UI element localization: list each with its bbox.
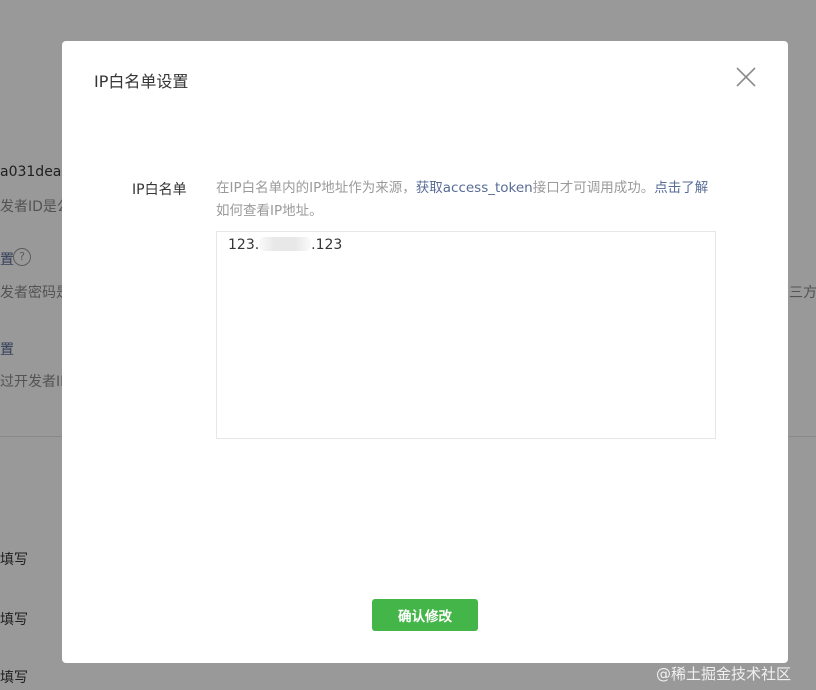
- ip-whitelist-label: IP白名单: [132, 182, 187, 198]
- whitelist-description: 在IP白名单内的IP地址作为来源，获取access_token接口才可调用成功。…: [216, 177, 716, 223]
- ip-value: 123. .123: [228, 237, 342, 253]
- redacted-blur: [259, 237, 312, 251]
- desc-text: 在IP白名单内的IP地址作为来源，: [216, 180, 416, 196]
- dialog-title: IP白名单设置: [94, 72, 189, 91]
- ip-whitelist-textarea[interactable]: 123. .123: [216, 231, 716, 439]
- access-token-link[interactable]: 获取access_token: [416, 180, 533, 196]
- confirm-button[interactable]: 确认修改: [372, 599, 478, 631]
- watermark: @稀土掘金技术社区: [656, 665, 792, 683]
- desc-text: 接口才可调用成功。: [532, 180, 655, 196]
- ip-prefix: 123.: [228, 237, 260, 253]
- close-icon[interactable]: [734, 65, 758, 89]
- learn-more-link[interactable]: 点击了解: [654, 180, 708, 196]
- desc-text: 如何查看IP地址。: [216, 203, 323, 219]
- ip-whitelist-dialog: IP白名单设置 IP白名单 在IP白名单内的IP地址作为来源，获取access_…: [62, 41, 788, 663]
- ip-suffix: .123: [311, 237, 343, 253]
